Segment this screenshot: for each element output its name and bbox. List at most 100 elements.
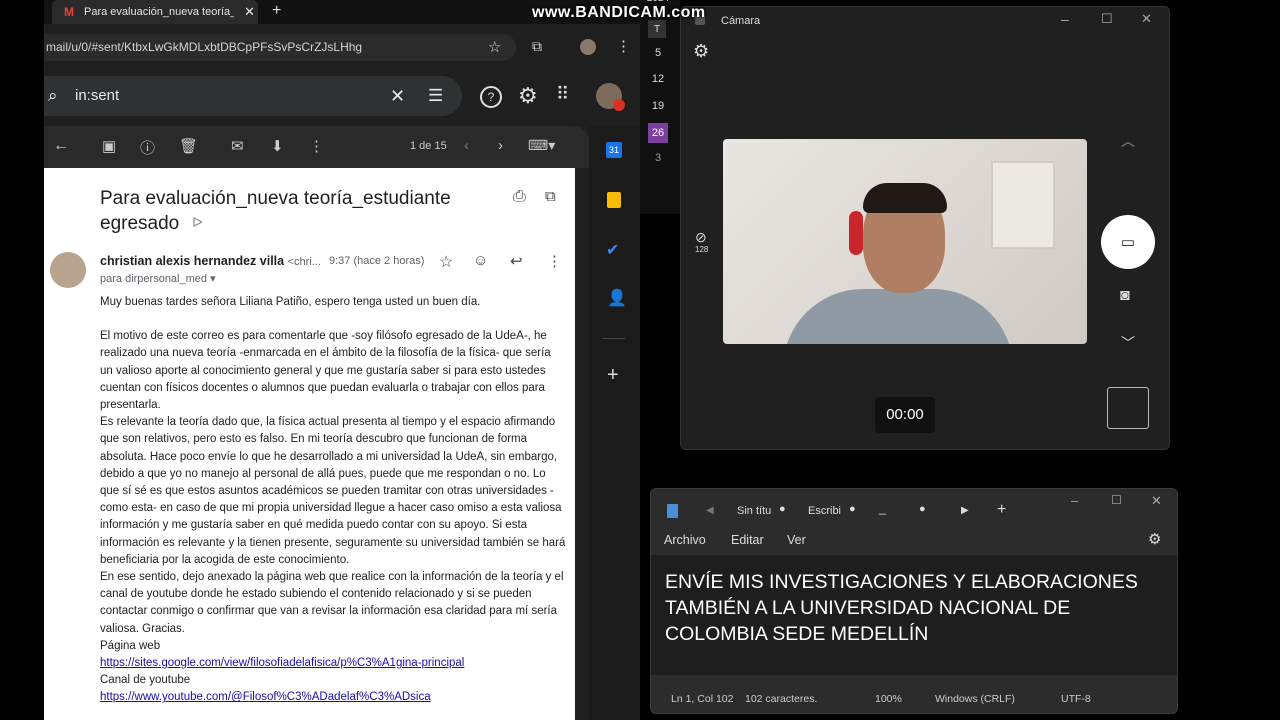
google-calendar-icon[interactable]: 31 bbox=[606, 142, 622, 158]
notepad-settings-icon[interactable]: ⚙ bbox=[1148, 530, 1161, 548]
window-frame bbox=[991, 161, 1055, 249]
calendar-day[interactable]: 5 bbox=[640, 47, 676, 59]
clear-search-icon[interactable]: ✕ bbox=[390, 76, 405, 116]
menu-editar[interactable]: Editar bbox=[731, 533, 764, 547]
menu-archivo[interactable]: Archivo bbox=[664, 533, 706, 547]
emoji-react-icon[interactable]: ☺ bbox=[473, 252, 488, 269]
maximize-icon[interactable]: ☐ bbox=[1111, 493, 1122, 507]
browser-window: M Para evaluación_nueva teoría_e ✕ + mai… bbox=[44, 0, 640, 720]
bookmark-star-icon[interactable]: ☆ bbox=[488, 38, 501, 56]
browser-menu-icon[interactable]: ⋮ bbox=[616, 37, 631, 55]
message-more-icon[interactable]: ⋮ bbox=[547, 252, 562, 270]
more-options-icon[interactable]: ⋮ bbox=[309, 137, 324, 155]
extensions-icon[interactable]: ⧉ bbox=[532, 38, 542, 55]
unsaved-dot-icon: ● bbox=[919, 503, 926, 515]
notepad-tab-2[interactable]: Escribi bbox=[808, 505, 841, 517]
email-view: Para evaluación_nueva teoría_estudiante … bbox=[44, 168, 575, 720]
input-tools-icon[interactable]: ⌨▾ bbox=[528, 137, 555, 154]
contacts-icon[interactable]: 👤 bbox=[607, 288, 627, 308]
important-marker-icon[interactable]: ᐅ bbox=[192, 214, 203, 231]
back-arrow-icon[interactable]: ← bbox=[53, 137, 69, 155]
archive-icon[interactable]: ▣ bbox=[102, 137, 116, 155]
close-window-icon[interactable]: ✕ bbox=[1151, 493, 1162, 509]
minimize-icon[interactable]: – bbox=[1061, 11, 1069, 27]
chevron-down-icon[interactable]: ﹀ bbox=[1121, 333, 1135, 353]
prev-message-icon[interactable]: ‹ bbox=[464, 137, 469, 154]
minimize-icon[interactable]: – bbox=[1071, 493, 1078, 508]
recipient-line: para dirpersonal_med bbox=[100, 273, 208, 285]
close-window-icon[interactable]: ✕ bbox=[1141, 11, 1152, 27]
settings-gear-icon[interactable]: ⚙ bbox=[518, 83, 538, 109]
side-divider bbox=[603, 338, 625, 339]
move-to-icon[interactable]: ⬇ bbox=[271, 137, 284, 155]
profile-avatar-small[interactable] bbox=[580, 39, 596, 55]
zoom-level[interactable]: 100% bbox=[875, 685, 902, 713]
record-video-button[interactable]: ▭ bbox=[1101, 215, 1155, 269]
add-addon-icon[interactable]: + bbox=[607, 364, 619, 387]
sender-name: christian alexis hernandez villa bbox=[100, 254, 285, 268]
status-bar: Ln 1, Col 102 102 caracteres. 100% Windo… bbox=[651, 685, 1177, 713]
apps-grid-icon[interactable]: ⠿ bbox=[556, 84, 569, 105]
gmail-search-bar[interactable]: ⌕ in:sent ✕ ☰ bbox=[44, 76, 462, 116]
bandicam-watermark: www.BANDICAM.com bbox=[532, 4, 706, 21]
chevron-down-icon[interactable]: ▾ bbox=[210, 273, 216, 285]
next-message-icon[interactable]: › bbox=[498, 137, 503, 154]
sender-avatar bbox=[50, 252, 86, 288]
notepad-tab-3[interactable]: _ bbox=[879, 501, 886, 515]
calendar-today[interactable]: 26 bbox=[648, 123, 668, 143]
website-link[interactable]: https://sites.google.com/view/filosofiad… bbox=[100, 657, 464, 669]
gmail-icon: M bbox=[64, 5, 74, 19]
email-subject: Para evaluación_nueva teoría_estudiante … bbox=[100, 188, 451, 234]
body-paragraph: Es relevante la teoría dado que, la físi… bbox=[100, 416, 566, 566]
email-body: Muy buenas tardes señora Liliana Patiño,… bbox=[100, 294, 566, 707]
calendar-day[interactable]: 12 bbox=[640, 73, 676, 85]
camera-preview bbox=[723, 139, 1087, 344]
cursor-position: Ln 1, Col 102 bbox=[671, 693, 734, 705]
notepad-tab-1[interactable]: Sin títu bbox=[737, 505, 771, 517]
google-tasks-icon[interactable]: ✔ bbox=[606, 240, 619, 260]
camera-settings-icon[interactable]: ⚙ bbox=[693, 41, 709, 62]
weekday-header: T bbox=[648, 20, 666, 38]
video-camera-icon: ▭ bbox=[1120, 234, 1136, 251]
notepad-text-area[interactable]: ENVÍE MIS INVESTIGACIONES Y ELABORACIONE… bbox=[651, 555, 1177, 675]
search-icon[interactable]: ⌕ bbox=[48, 76, 58, 116]
close-tab-icon[interactable]: ✕ bbox=[244, 0, 255, 24]
body-paragraph: En ese sentido, dejo anexado la página w… bbox=[100, 571, 564, 635]
scroll-tabs-left-icon[interactable]: ◀ bbox=[706, 505, 714, 516]
headphones-icon bbox=[849, 211, 863, 255]
line-ending[interactable]: Windows (CRLF) bbox=[935, 685, 1015, 713]
side-panel: 31 ✔ 👤 + bbox=[589, 126, 640, 720]
search-options-icon[interactable]: ☰ bbox=[428, 76, 443, 116]
last-capture-thumbnail[interactable] bbox=[1107, 387, 1149, 429]
calendar-day[interactable]: 19 bbox=[640, 100, 676, 112]
sender-email: <chri... bbox=[287, 256, 321, 268]
document-text: ENVÍE MIS INVESTIGACIONES Y ELABORACIONE… bbox=[665, 571, 1138, 645]
notepad-window: ◀ Sin títu ● Escribi ● _ ● ▶ + – ☐ ✕ Arc… bbox=[650, 488, 1178, 714]
new-tab-icon[interactable]: + bbox=[272, 0, 281, 22]
menu-ver[interactable]: Ver bbox=[787, 533, 806, 547]
delete-icon[interactable]: 🗑 bbox=[179, 137, 198, 155]
calendar-day[interactable]: 3 bbox=[640, 152, 676, 164]
help-icon[interactable]: ? bbox=[480, 86, 502, 108]
reply-icon[interactable]: ↩ bbox=[510, 252, 523, 270]
scroll-tabs-right-icon[interactable]: ▶ bbox=[961, 505, 969, 516]
mark-unread-icon[interactable]: ✉ bbox=[231, 137, 244, 155]
photo-mode-icon[interactable]: ◙ bbox=[1120, 287, 1130, 305]
encoding[interactable]: UTF-8 bbox=[1061, 685, 1091, 713]
calendar-strip: 2024 T 5 12 19 26 3 bbox=[640, 0, 680, 214]
browser-tab[interactable]: M Para evaluación_nueva teoría_e ✕ bbox=[52, 0, 258, 24]
address-bar[interactable]: mail/u/0/#sent/KtbxLwGkMDLxbtDBCpPFsSvPs… bbox=[44, 34, 516, 61]
body-paragraph: El motivo de este correo es para comenta… bbox=[100, 330, 551, 412]
star-icon[interactable]: ☆ bbox=[439, 252, 453, 272]
open-new-window-icon[interactable]: ⧉ bbox=[545, 188, 556, 205]
maximize-icon[interactable]: ☐ bbox=[1101, 11, 1113, 27]
chevron-up-icon[interactable]: ︿ bbox=[1121, 131, 1135, 151]
report-spam-icon[interactable]: ⓘ bbox=[140, 137, 155, 158]
person-hair bbox=[863, 183, 947, 213]
body-paragraph bbox=[100, 311, 566, 328]
new-tab-icon[interactable]: + bbox=[997, 501, 1006, 519]
youtube-link[interactable]: https://www.youtube.com/@Filosof%C3%ADad… bbox=[100, 691, 431, 703]
search-input[interactable]: in:sent bbox=[75, 76, 119, 116]
google-keep-icon[interactable] bbox=[607, 192, 621, 208]
print-icon[interactable]: ⎙ bbox=[513, 188, 526, 206]
